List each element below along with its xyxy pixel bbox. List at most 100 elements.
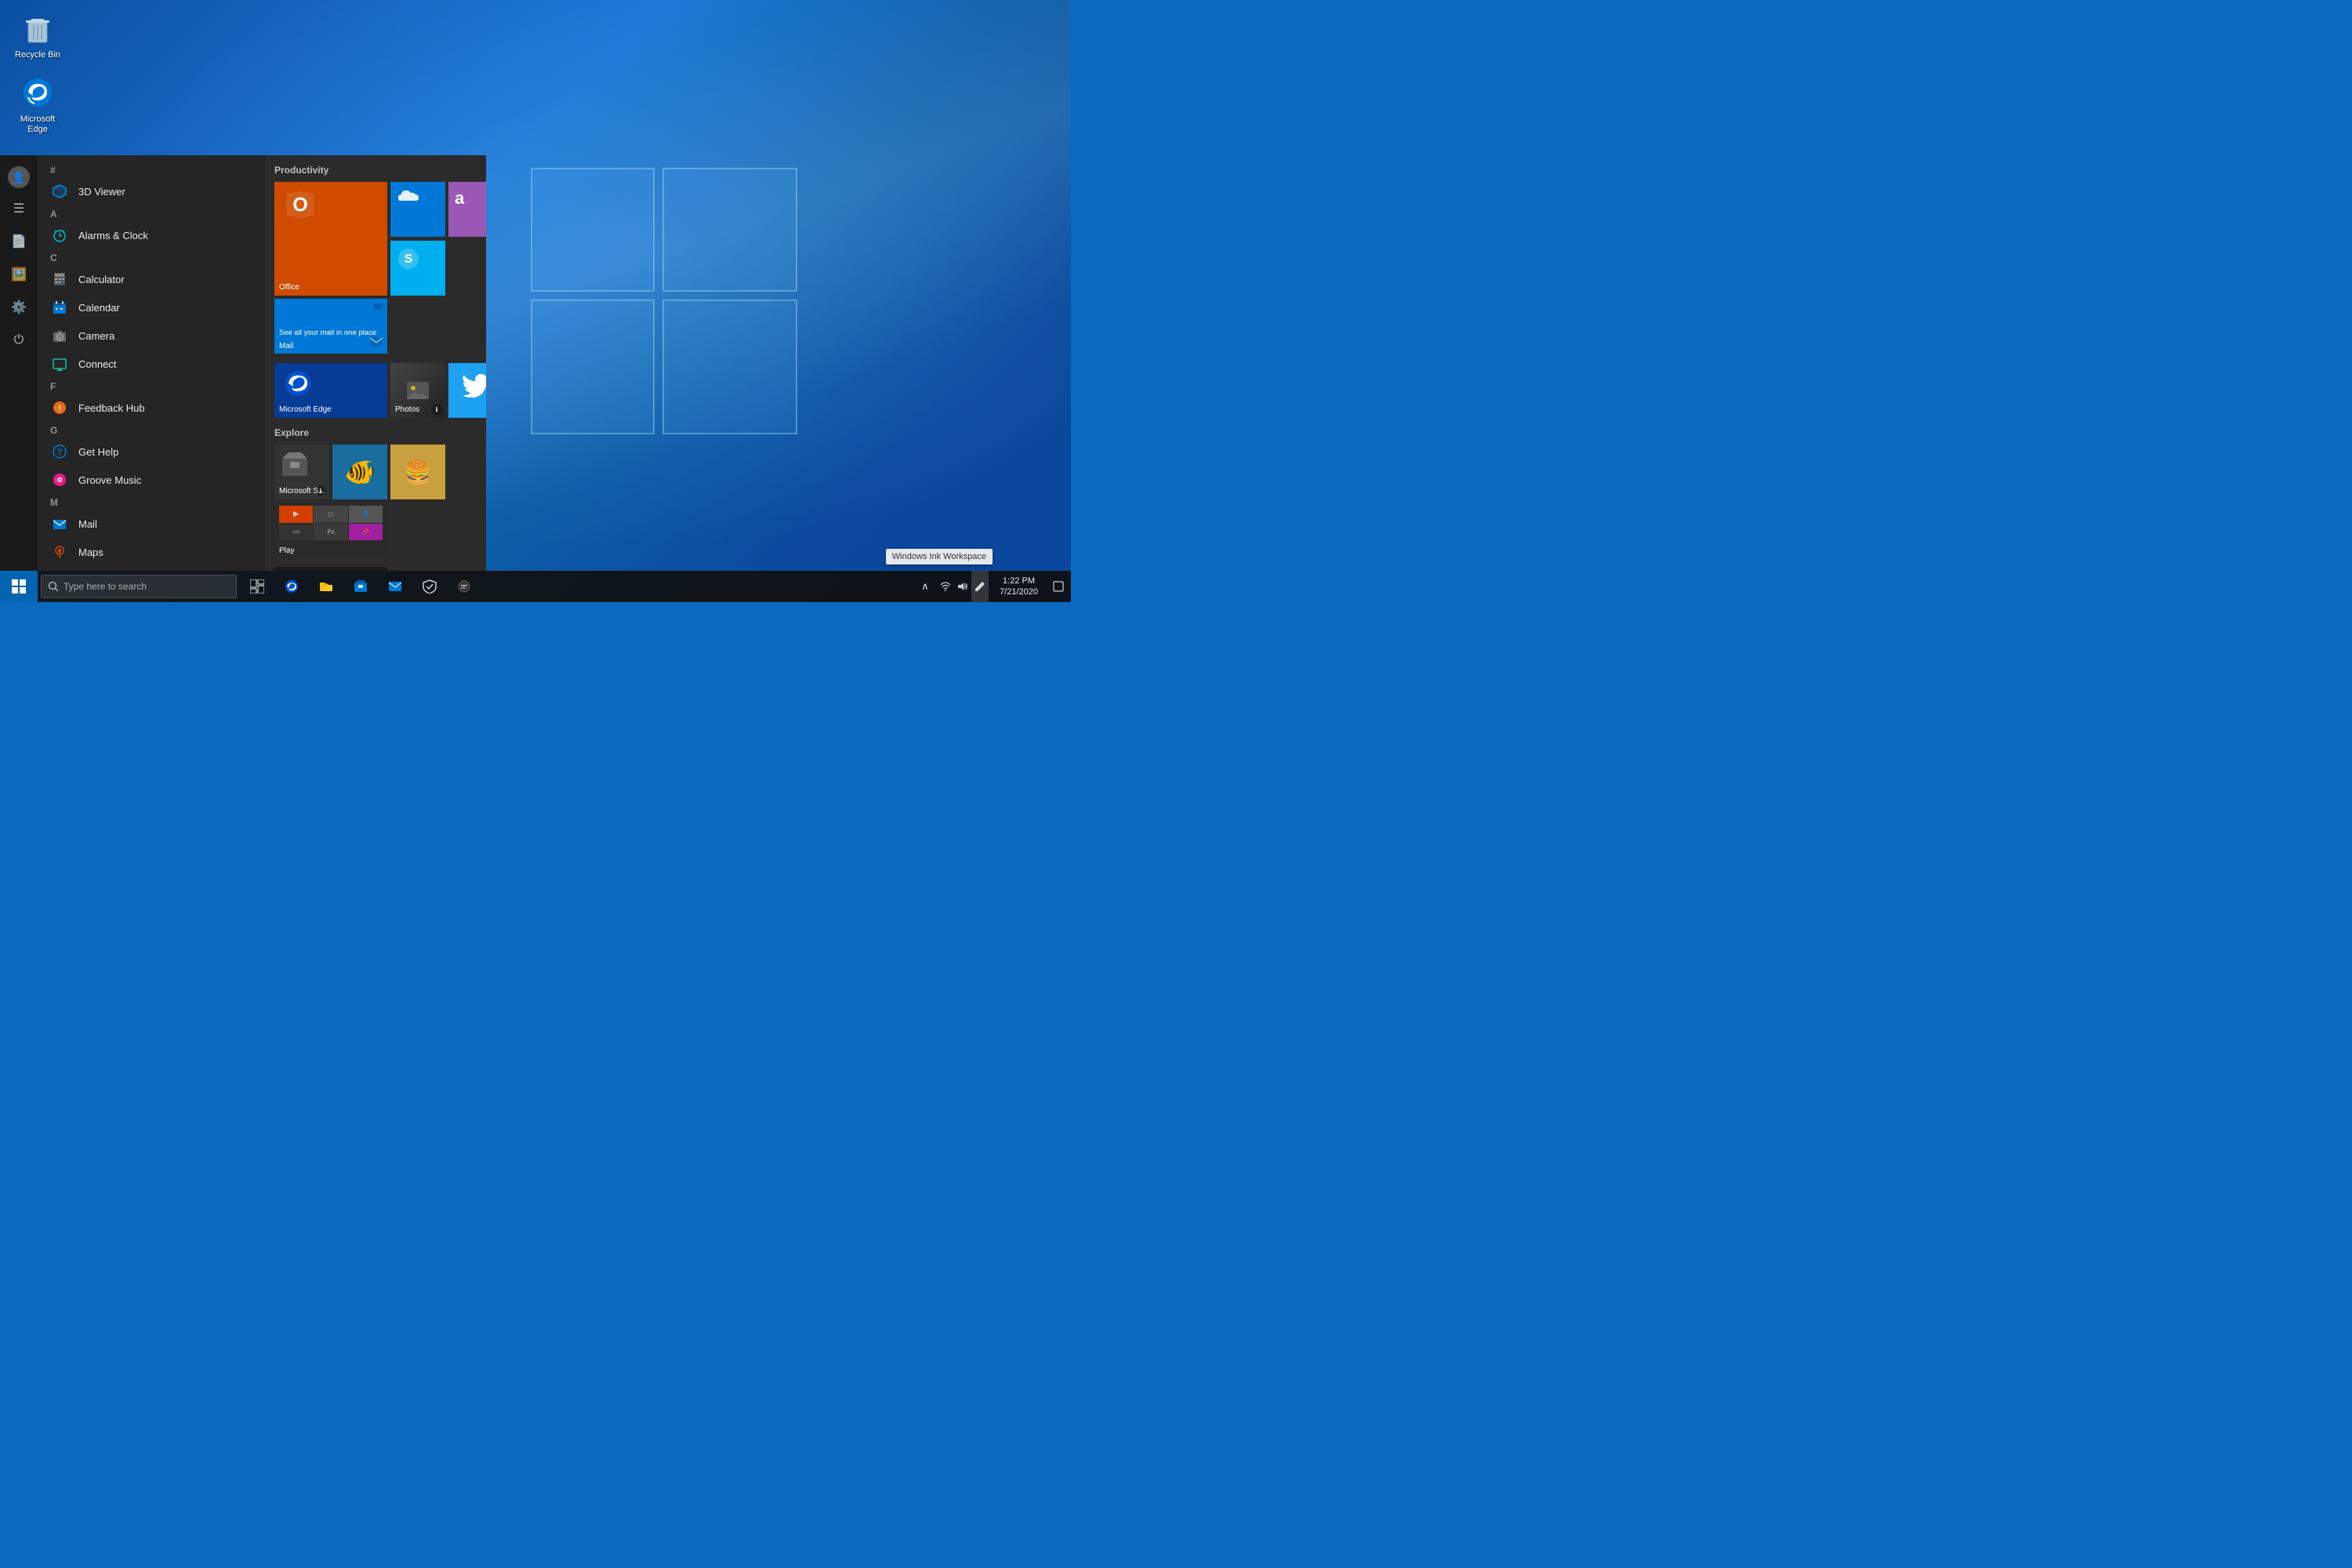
desktop: Recycle Bin Microsoft Edge 👤 ☰ 📄 🖼️ ⚙️ ⏻ [0,0,1071,602]
network-wifi-icon [940,581,951,592]
windows-ink-icon[interactable] [971,571,989,602]
taskbar-clock[interactable]: 1:22 PM 7/21/2020 [992,571,1046,602]
office-tile-icon: O [284,188,317,221]
clock-time: 1:22 PM [1003,575,1035,586]
office-tile-label: Office [279,283,299,292]
app-item-gethelp[interactable]: ? Get Help [38,437,265,466]
app-list-scroll[interactable]: # 3D Viewer [38,155,265,571]
office-tile[interactable]: O Office [274,182,387,296]
user-avatar[interactable]: 👤 [8,166,30,188]
app-item-calculator[interactable]: Calculator [38,265,265,293]
maps-name: Maps [78,546,103,558]
section-m: M [38,494,265,510]
app-item-alarms[interactable]: Alarms & Clock [38,221,265,249]
start-tiles-panel: Productivity O Office [265,155,486,571]
windows-logo-decoration [531,168,797,434]
recycle-bin-image [19,9,56,47]
office-apps-tile[interactable]: a [448,182,486,237]
power-icon[interactable]: ⏻ [3,325,34,356]
twitter-tile[interactable] [448,363,486,418]
network-icon[interactable] [937,571,954,602]
app-item-maps[interactable]: Maps [38,538,265,566]
microsoft-edge-desktop-icon[interactable]: Microsoft Edge [6,71,69,138]
productivity-label: Productivity [274,165,477,176]
edge-desktop-label: Microsoft Edge [9,114,66,135]
action-center-icon [1053,581,1064,592]
svg-text:!: ! [58,405,60,413]
edge-icon-image [19,74,56,111]
section-c: C [38,249,265,265]
play-cell-2: ◻ [314,506,347,523]
task-view-button[interactable] [240,571,274,602]
app-item-3dviewer[interactable]: 3D Viewer [38,177,265,205]
search-placeholder-text: Type here to search [64,581,147,592]
gethelp-icon: ? [50,442,69,461]
connect-icon [50,354,69,373]
calculator-icon [50,270,69,289]
pen-icon [975,581,985,592]
store-tile-label: Microsoft S... [279,487,325,496]
fish-tile[interactable]: 🐠 [332,445,387,499]
notify-area [934,571,992,602]
taskbar-mail-button[interactable] [378,571,412,602]
burger-icon: 🍔 [390,445,445,499]
speaker-icon [957,581,968,592]
svg-text:O: O [292,194,308,216]
onedrive-tile[interactable] [390,182,445,237]
play-cell-4: ≡≡ [279,524,313,541]
skype-tile[interactable]: S [390,241,445,296]
app-item-camera[interactable]: Camera [38,321,265,350]
app-item-mail[interactable]: Mail [38,510,265,538]
photos-info-icon: ℹ [431,404,442,415]
skype-icon: S [397,247,420,270]
system-tray-expand[interactable]: ∧ [916,571,934,602]
edge-tile[interactable]: Microsoft Edge [274,363,387,418]
start-button[interactable] [0,571,38,602]
hamburger-menu-icon[interactable]: ☰ [3,193,34,224]
app-item-groove[interactable]: Groove Music [38,466,265,494]
calendar-icon [50,298,69,317]
gethelp-name: Get Help [78,446,118,458]
store-icon [281,451,309,479]
burger-tile[interactable]: 🍔 [390,445,445,499]
photos-tile[interactable]: ℹ Photos [390,363,445,418]
mail-icon [50,514,69,533]
fish-icon: 🐠 [332,445,387,499]
feedback-icon: ! [50,398,69,417]
store-tile[interactable]: ℹ Microsoft S... [274,445,329,499]
app-item-feedback[interactable]: ! Feedback Hub [38,394,265,422]
taskbar-app6-button[interactable] [447,571,481,602]
taskbar-edge-icon [285,579,299,593]
calculator-name: Calculator [78,274,125,285]
taskbar-search-box[interactable]: Type here to search [41,575,237,598]
settings-icon[interactable]: ⚙️ [3,292,34,323]
recycle-bin-icon[interactable]: Recycle Bin [6,6,69,64]
alarms-icon [50,226,69,245]
documents-icon[interactable]: 📄 [3,226,34,257]
feedback-name: Feedback Hub [78,402,145,414]
volume-icon[interactable] [954,571,971,602]
taskbar-security-button[interactable] [412,571,447,602]
play-tile[interactable]: ▶ ◻ 👤 ≡≡ Px 📌 Play [274,503,387,557]
pictures-icon[interactable]: 🖼️ [3,259,34,290]
taskbar-app6-icon [457,579,471,593]
play-cell-1: ▶ [279,506,313,523]
start-icon-strip: 👤 ☰ 📄 🖼️ ⚙️ ⏻ [0,155,38,571]
connect-name: Connect [78,358,116,370]
mail-name: Mail [78,518,97,530]
mail-tile[interactable]: See all your mail in one place Mail [274,299,387,354]
camera-icon [50,326,69,345]
taskbar-store-button[interactable] [343,571,378,602]
alarms-name: Alarms & Clock [78,230,148,241]
action-center-button[interactable] [1046,571,1071,602]
onedrive-icon [397,188,420,204]
app-item-connect[interactable]: Connect [38,350,265,378]
taskbar-pinned-apps [274,571,481,602]
edge-tile-label: Microsoft Edge [279,405,332,415]
taskbar: Type here to search [0,571,1071,602]
recycle-bin-label: Recycle Bin [15,50,60,60]
start-left-wrapper: 👤 ☰ 📄 🖼️ ⚙️ ⏻ # [0,155,265,571]
app-item-calendar[interactable]: Calendar [38,293,265,321]
taskbar-file-explorer-button[interactable] [309,571,343,602]
taskbar-edge-button[interactable] [274,571,309,602]
